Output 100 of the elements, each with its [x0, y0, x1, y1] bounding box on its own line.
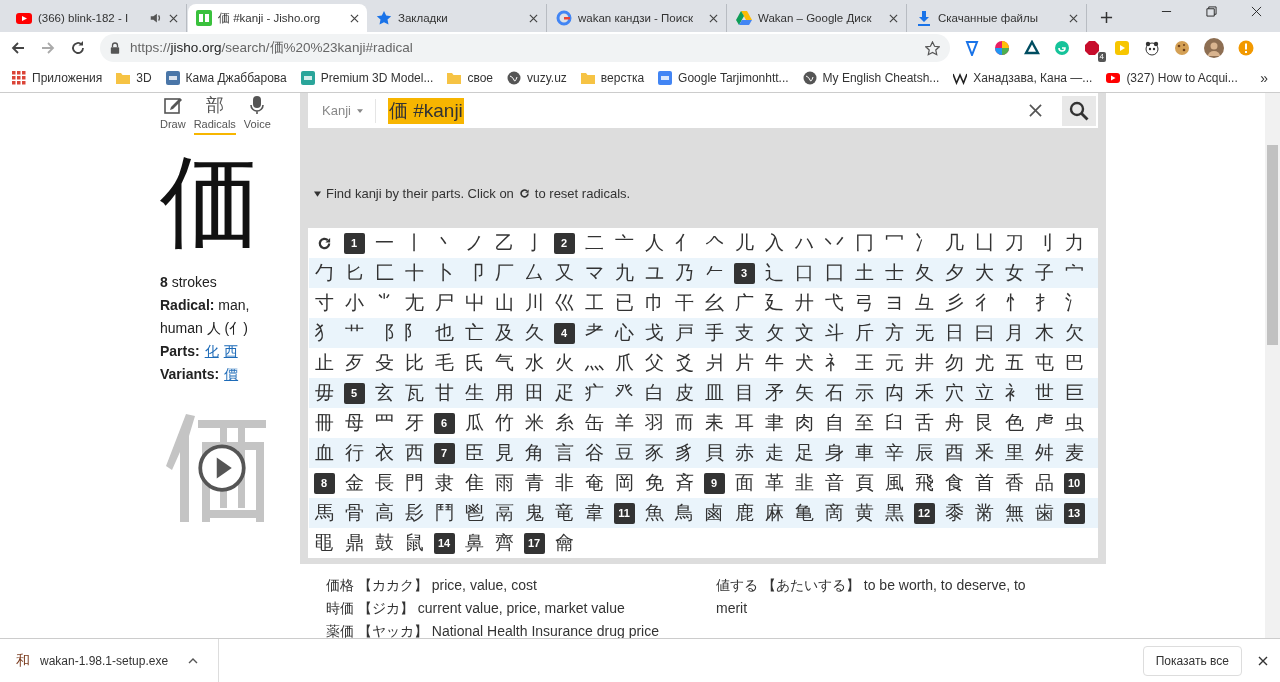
scrollbar[interactable] — [1265, 93, 1280, 638]
radical[interactable]: 血 — [309, 440, 339, 466]
close-icon[interactable] — [529, 13, 538, 23]
radical[interactable]: 井 — [909, 350, 939, 376]
panda-icon[interactable] — [1144, 40, 1160, 56]
radical[interactable]: 玄 — [369, 380, 399, 406]
radical[interactable]: マ — [579, 260, 609, 286]
extension-icon[interactable] — [994, 40, 1010, 56]
radical[interactable]: 甘 — [429, 380, 459, 406]
radical[interactable]: 辰 — [909, 440, 939, 466]
radical[interactable]: 虫 — [1059, 410, 1089, 436]
radical[interactable]: 韭 — [789, 470, 819, 496]
bookmark[interactable]: верстка — [580, 71, 645, 85]
radical[interactable]: ハ — [789, 230, 819, 256]
radical[interactable]: 鼓 — [369, 530, 399, 556]
radical[interactable]: 歯 — [1029, 500, 1059, 526]
radical[interactable]: 黒 — [879, 500, 909, 526]
input-method-tab[interactable]: Voice — [243, 95, 271, 135]
radical[interactable]: 灬 — [579, 350, 609, 376]
radical[interactable]: 𠆢 — [699, 232, 729, 254]
clear-icon[interactable] — [1029, 104, 1042, 117]
radical[interactable]: 囗 — [819, 260, 849, 286]
radical[interactable]: 肉 — [789, 410, 819, 436]
radical[interactable]: 子 — [1029, 260, 1059, 286]
search-field[interactable]: Kanji 価 #kanji — [308, 93, 1098, 128]
radical[interactable]: 犭 — [309, 320, 339, 346]
radical[interactable]: ⻖ — [399, 320, 429, 346]
radical[interactable]: 儿 — [729, 230, 759, 256]
bookmark[interactable]: свое — [447, 71, 493, 85]
caret-icon[interactable] — [188, 657, 199, 664]
radical[interactable]: 牛 — [759, 350, 789, 376]
radical[interactable]: 斤 — [849, 320, 879, 346]
radical[interactable]: 走 — [759, 440, 789, 466]
reset-icon[interactable] — [316, 235, 332, 251]
close-icon[interactable] — [1069, 13, 1078, 23]
radical[interactable]: 斗 — [819, 320, 849, 346]
radical[interactable]: 父 — [639, 350, 669, 376]
radical[interactable]: 氏 — [459, 350, 489, 376]
radical[interactable]: 岡 — [609, 470, 639, 496]
reload-icon[interactable] — [70, 40, 86, 56]
radical[interactable]: 文 — [789, 320, 819, 346]
radical[interactable]: 見 — [489, 440, 519, 466]
radical[interactable]: 舌 — [909, 410, 939, 436]
radical[interactable]: 黹 — [969, 500, 999, 526]
radical[interactable]: 匕 — [339, 260, 369, 286]
radical[interactable]: 火 — [549, 350, 579, 376]
radical[interactable]: 鼎 — [339, 530, 369, 556]
radical[interactable]: 屮 — [459, 290, 489, 316]
radical[interactable]: 白 — [639, 380, 669, 406]
address-bar[interactable]: https://jisho.org/search/価%20%23kanji#radical — [100, 34, 950, 62]
extension-icon[interactable] — [964, 40, 980, 56]
radical[interactable]: 革 — [759, 470, 789, 496]
radical[interactable]: 無 — [999, 500, 1029, 526]
radical[interactable]: 骨 — [339, 500, 369, 526]
radical[interactable]: 門 — [399, 470, 429, 496]
radical[interactable]: 身 — [819, 440, 849, 466]
radical[interactable]: 虍 — [1029, 410, 1059, 436]
radical[interactable]: 亠 — [609, 230, 639, 256]
radical[interactable]: 竜 — [549, 500, 579, 526]
radical[interactable]: 竹 — [489, 410, 519, 436]
radical[interactable]: 戸 — [669, 320, 699, 346]
radical[interactable]: 用 — [489, 380, 519, 406]
radical[interactable]: 豸 — [669, 440, 699, 466]
radical[interactable]: 鬲 — [489, 500, 519, 526]
radical[interactable]: 凵 — [969, 230, 999, 256]
radical[interactable]: 木 — [1029, 320, 1059, 346]
radical[interactable]: 耒 — [699, 410, 729, 436]
radical[interactable]: 勿 — [939, 350, 969, 376]
new-tab-icon[interactable] — [1100, 11, 1113, 24]
radical[interactable]: 厶 — [519, 260, 549, 286]
radical[interactable]: 刂 — [1029, 230, 1059, 256]
radical[interactable]: 巾 — [639, 290, 669, 316]
radical[interactable]: 糸 — [549, 410, 579, 436]
radical[interactable]: 比 — [399, 350, 429, 376]
radical[interactable]: 大 — [969, 260, 999, 286]
radical[interactable]: 言 — [549, 440, 579, 466]
radical[interactable]: 舟 — [939, 410, 969, 436]
radical[interactable]: 弓 — [849, 290, 879, 316]
radical[interactable]: 支 — [729, 320, 759, 346]
radical[interactable]: 舛 — [1029, 440, 1059, 466]
more-bookmarks[interactable]: » — [1260, 70, 1268, 86]
radical[interactable]: 尸 — [429, 290, 459, 316]
radical[interactable]: 干 — [669, 290, 699, 316]
radical[interactable]: 飛 — [909, 470, 939, 496]
radical[interactable]: 也 — [429, 320, 459, 346]
radical[interactable]: 忄 — [999, 290, 1029, 316]
back-icon[interactable] — [10, 40, 26, 56]
radical[interactable]: 元 — [879, 350, 909, 376]
radical[interactable]: 乃 — [669, 260, 699, 286]
radical[interactable]: 亡 — [459, 320, 489, 346]
radical[interactable]: 士 — [879, 260, 909, 286]
radical[interactable]: 勹 — [309, 260, 339, 286]
search-button[interactable] — [1062, 95, 1096, 126]
radical[interactable]: 車 — [849, 440, 879, 466]
radical[interactable]: 丨 — [399, 230, 429, 256]
radical[interactable]: 赤 — [729, 440, 759, 466]
radical[interactable]: 音 — [819, 470, 849, 496]
radical[interactable]: 奄 — [579, 470, 609, 496]
radical[interactable]: 而 — [669, 410, 699, 436]
radical[interactable]: 人 — [639, 230, 669, 256]
